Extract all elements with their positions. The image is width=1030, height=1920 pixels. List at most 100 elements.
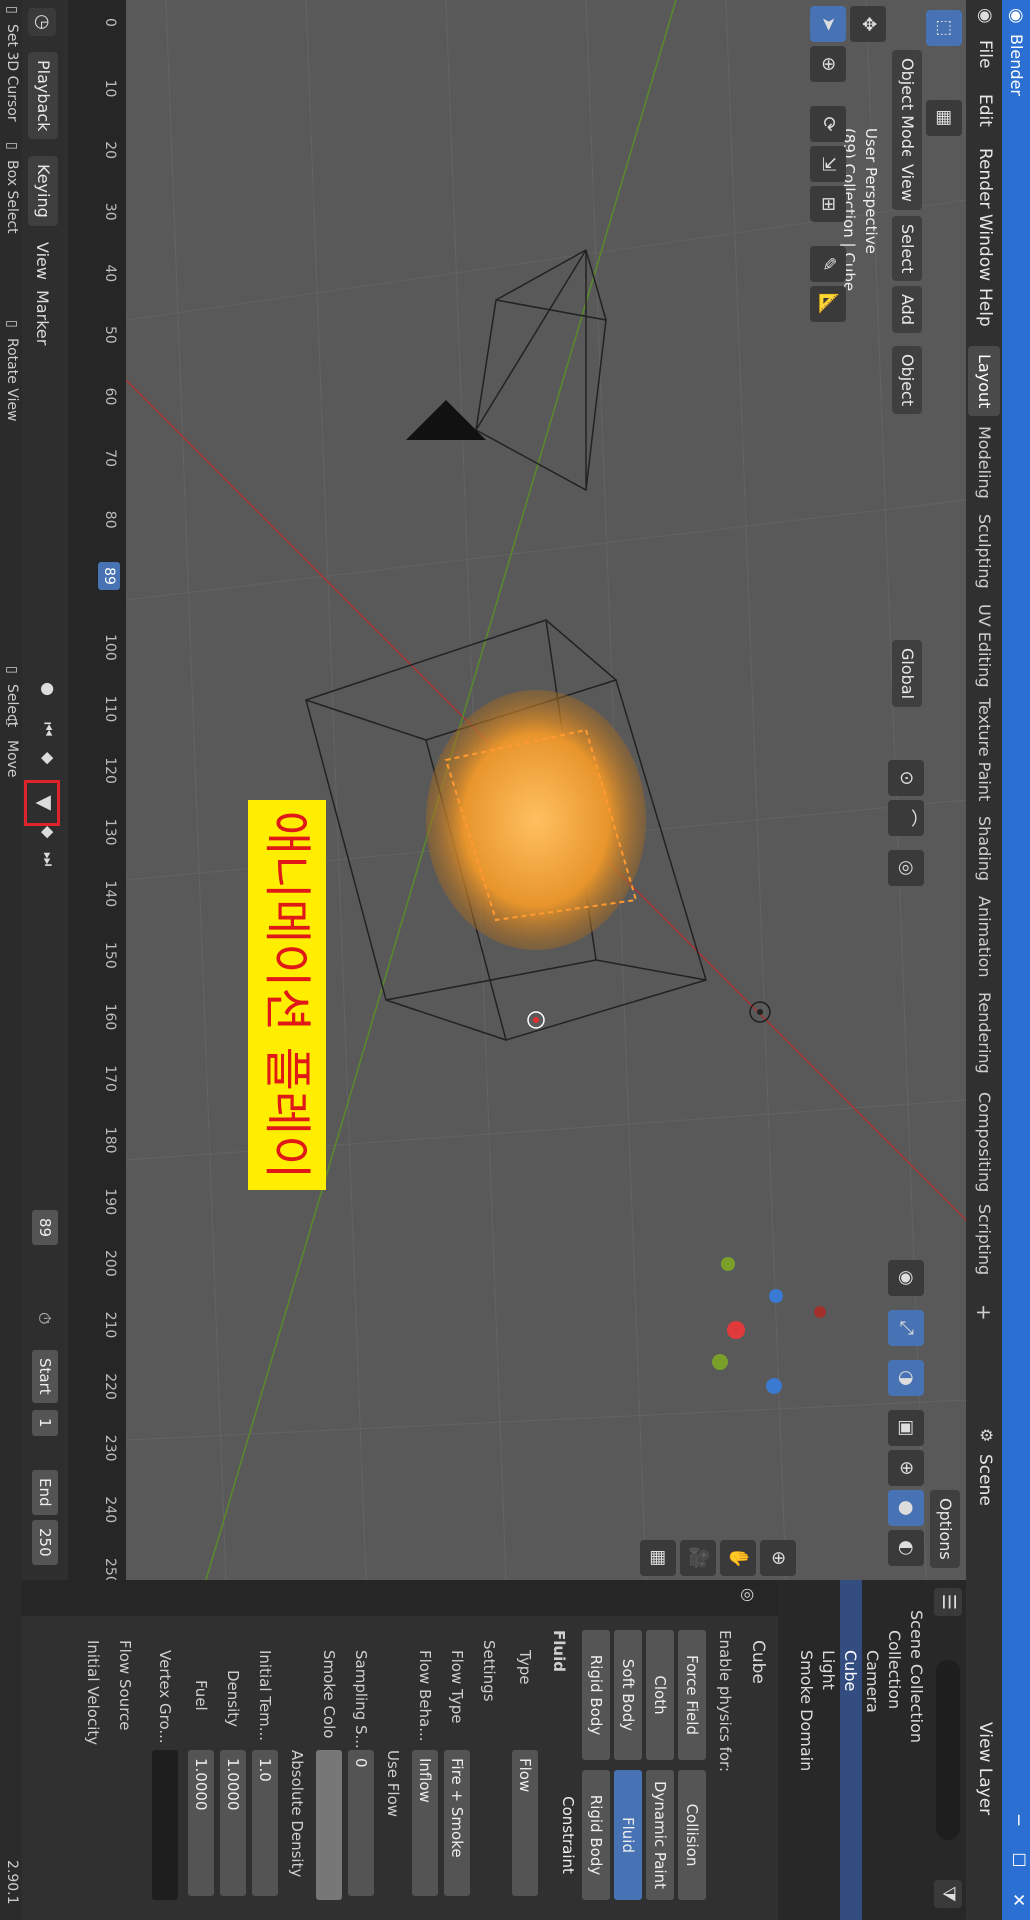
- maximize-icon[interactable]: ☐: [1004, 1840, 1028, 1880]
- physics-force-field-button[interactable]: Force Field: [678, 1630, 706, 1760]
- outliner-item-smoke-domain[interactable]: Smoke Domain: [797, 1650, 816, 1771]
- settings-subpanel[interactable]: Settings: [480, 1640, 498, 1702]
- scene-selector[interactable]: Scene: [975, 1454, 995, 1506]
- physics-soft-body-button[interactable]: Soft Body: [614, 1630, 642, 1760]
- options-dropdown[interactable]: Options: [930, 1490, 960, 1568]
- initial-velocity-checkbox[interactable]: Initial Velocity: [84, 1640, 102, 1745]
- viewport-menu-add[interactable]: Add: [892, 286, 922, 333]
- flow-behavior-dropdown[interactable]: Inflow: [412, 1750, 438, 1896]
- minimize-icon[interactable]: ─: [1004, 1800, 1028, 1840]
- viewport-menu-object[interactable]: Object: [892, 346, 922, 415]
- outliner-item-camera[interactable]: Camera: [863, 1650, 882, 1713]
- start-frame-field[interactable]: 1: [32, 1410, 58, 1436]
- xray-icon[interactable]: ▣: [888, 1410, 924, 1446]
- physics-dynamic-paint-button[interactable]: Dynamic Paint: [646, 1770, 674, 1900]
- tab-animation[interactable]: Animation: [968, 888, 1000, 986]
- jump-end-icon[interactable]: ⏭: [38, 852, 58, 866]
- fuel-field[interactable]: 1.0000: [188, 1750, 214, 1896]
- add-workspace-button[interactable]: +: [968, 1296, 1000, 1329]
- close-icon[interactable]: ✕: [1004, 1880, 1028, 1920]
- menu-window[interactable]: Window: [975, 214, 995, 281]
- viewport-overlay-icon[interactable]: ◉: [888, 1260, 924, 1296]
- physics-tab-icon[interactable]: ◎: [739, 1588, 758, 1602]
- tab-shading[interactable]: Shading: [968, 808, 1000, 889]
- view-layer-selector[interactable]: View Layer: [975, 1722, 995, 1815]
- 3d-viewport[interactable]: ⬚ ▦ Object Mode View Select Add Object U…: [126, 0, 966, 1580]
- menu-edit[interactable]: Edit: [975, 94, 995, 127]
- record-icon[interactable]: ●: [39, 682, 58, 696]
- orientation-dropdown[interactable]: Global: [892, 640, 922, 708]
- outliner-item-light[interactable]: Light: [819, 1650, 838, 1690]
- camera-view-icon[interactable]: 🎥: [680, 1540, 716, 1576]
- jump-start-icon[interactable]: ⏮: [38, 722, 58, 736]
- initial-temp-field[interactable]: 1.0: [252, 1750, 278, 1896]
- menu-file[interactable]: File: [975, 40, 995, 68]
- physics-collision-button[interactable]: Collision: [678, 1770, 706, 1900]
- cursor-3d-tool-icon[interactable]: ⊕: [810, 46, 846, 82]
- outliner-search-input[interactable]: [936, 1660, 960, 1840]
- cursor-tool-icon[interactable]: ➤: [810, 6, 846, 42]
- auto-keying-icon[interactable]: ⏱: [34, 1312, 54, 1324]
- density-field[interactable]: 1.0000: [220, 1750, 246, 1896]
- zoom-view-icon[interactable]: ⊕: [760, 1540, 796, 1576]
- smoke-color-swatch[interactable]: [316, 1750, 342, 1900]
- menu-help[interactable]: Help: [975, 288, 995, 327]
- gizmo-icon[interactable]: ⤢: [888, 1310, 924, 1346]
- overlays-icon[interactable]: ◑: [888, 1360, 924, 1396]
- scale-tool-icon[interactable]: ⇲: [810, 146, 846, 182]
- absolute-density-checkbox[interactable]: Absolute Density: [288, 1750, 306, 1877]
- flow-type-dropdown[interactable]: Fire + Smoke: [444, 1750, 470, 1896]
- physics-rigid-body-button[interactable]: Rigid Body: [582, 1630, 610, 1760]
- viewport-menu-view[interactable]: View: [892, 156, 922, 210]
- current-frame-indicator[interactable]: 89: [98, 562, 120, 590]
- tab-modeling[interactable]: Modeling: [968, 418, 1000, 507]
- tab-scripting[interactable]: Scripting: [968, 1196, 1000, 1283]
- physics-fluid-button[interactable]: Fluid: [614, 1770, 642, 1900]
- proportional-edit-icon[interactable]: ◎: [888, 850, 924, 886]
- outliner-item-cube[interactable]: Cube: [841, 1650, 860, 1691]
- tab-rendering[interactable]: Rendering: [968, 984, 1000, 1082]
- wireframe-shading-icon[interactable]: ⊕: [888, 1450, 924, 1486]
- move-tool-icon[interactable]: ✥: [850, 6, 886, 42]
- outliner-item-collection[interactable]: Collection: [885, 1630, 904, 1709]
- rotate-tool-icon[interactable]: ⟳: [810, 106, 846, 142]
- object-mode-dropdown[interactable]: Object Mode: [892, 50, 922, 167]
- physics-cloth-button[interactable]: Cloth: [646, 1630, 674, 1760]
- pan-view-icon[interactable]: ✋: [720, 1540, 756, 1576]
- type-dropdown[interactable]: Flow: [512, 1750, 538, 1896]
- sampling-field[interactable]: 0: [348, 1750, 374, 1896]
- menu-render[interactable]: Render: [975, 148, 995, 209]
- blender-menu-icon[interactable]: ◉: [975, 8, 996, 24]
- physics-rigid-body-constraint-button[interactable]: Rigid Body Constraint: [559, 1770, 610, 1900]
- perspective-toggle-icon[interactable]: ▦: [640, 1540, 676, 1576]
- timeline-menu-marker[interactable]: Marker: [33, 290, 52, 345]
- vertex-group-field[interactable]: [152, 1750, 178, 1900]
- viewport-menu-select[interactable]: Select: [892, 216, 922, 282]
- end-frame-field[interactable]: 250: [32, 1520, 58, 1565]
- play-button[interactable]: ▼: [24, 780, 60, 826]
- solid-shading-icon[interactable]: ●: [888, 1490, 924, 1526]
- prev-keyframe-icon[interactable]: ◆: [39, 752, 58, 764]
- annotate-tool-icon[interactable]: ✎: [810, 246, 846, 282]
- outliner-item-scene-collection[interactable]: Scene Collection: [907, 1610, 926, 1743]
- rendered-shading-icon[interactable]: ◐: [888, 1530, 924, 1566]
- timeline-menu-keying[interactable]: Keying: [28, 156, 58, 226]
- tab-sculpting[interactable]: Sculpting: [968, 506, 1000, 597]
- transform-tool-icon[interactable]: ⊞: [810, 186, 846, 222]
- outliner-editor-icon[interactable]: ☰: [934, 1588, 962, 1616]
- pivot-icon[interactable]: ⊙: [888, 760, 924, 796]
- snap-icon[interactable]: ⌒: [888, 800, 924, 836]
- use-flow-checkbox[interactable]: Use Flow: [384, 1750, 402, 1817]
- tab-compositing[interactable]: Compositing: [968, 1084, 1000, 1200]
- tab-layout[interactable]: Layout: [968, 346, 1000, 417]
- fluid-panel-header[interactable]: Fluid: [550, 1630, 568, 1672]
- tool-settings-icon[interactable]: ▦: [926, 100, 962, 136]
- timeline-menu-view[interactable]: View: [33, 242, 52, 280]
- tab-uv-editing[interactable]: UV Editing: [968, 596, 1000, 695]
- select-box-tool-icon[interactable]: ⬚: [926, 10, 962, 46]
- current-frame-field[interactable]: 89: [32, 1210, 58, 1246]
- filter-icon[interactable]: ⧩: [934, 1880, 962, 1908]
- flow-source-subpanel[interactable]: Flow Source: [116, 1640, 134, 1731]
- tab-texture-paint[interactable]: Texture Paint: [968, 690, 1000, 809]
- next-keyframe-icon[interactable]: ◆: [39, 826, 58, 838]
